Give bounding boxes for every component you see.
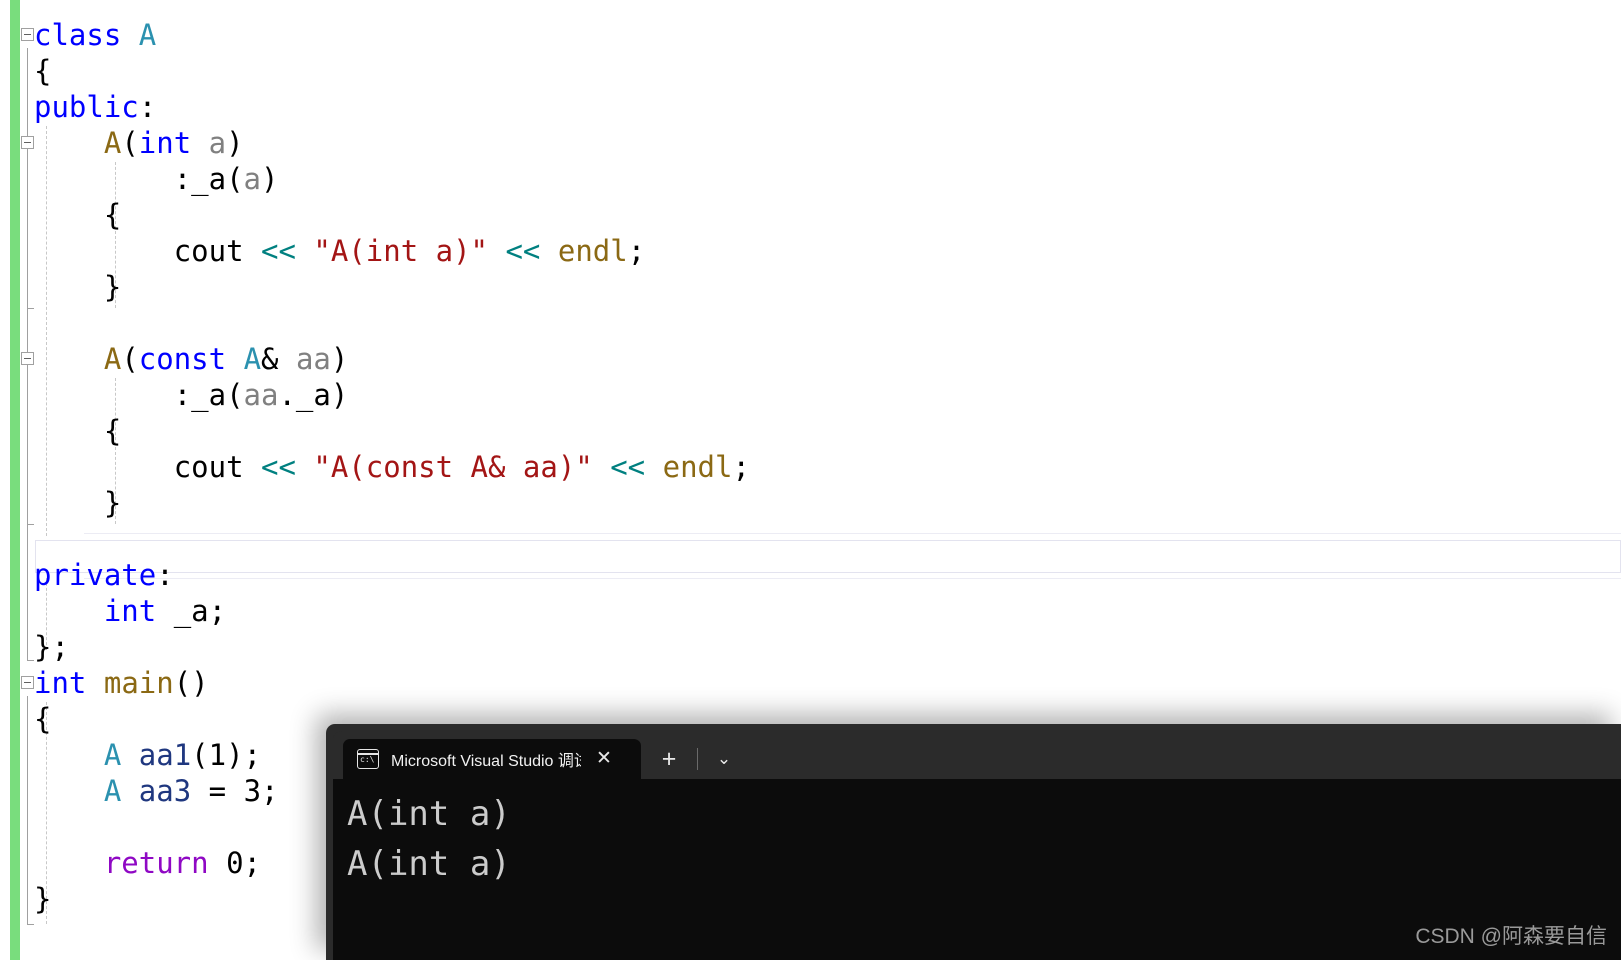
code-line[interactable]: class A [34, 17, 750, 53]
watermark-label: CSDN @阿森要自信 [1415, 925, 1607, 948]
code-line[interactable]: A(const A& aa) [34, 341, 750, 377]
console-icon-glyph: c:\ [360, 755, 375, 764]
fold-toggle-ctor1[interactable] [21, 136, 34, 149]
code-line[interactable]: public: [34, 89, 750, 125]
fold-toggle-class[interactable] [21, 28, 34, 41]
code-line[interactable]: ​ [34, 305, 750, 341]
fold-region-line-ctor1 [27, 156, 28, 308]
fold-region-foot-class [27, 660, 34, 661]
chevron-down-icon[interactable]: ⌄ [704, 739, 744, 779]
fold-region-line-ctor2 [27, 372, 28, 524]
console-output-text: A(int a) A(int a) [347, 794, 511, 884]
fold-region-line-main [27, 696, 28, 924]
code-line[interactable]: } [34, 269, 750, 305]
code-line[interactable]: private: [34, 557, 750, 593]
code-line[interactable]: cout << "A(const A& aa)" << endl; [34, 449, 750, 485]
console-titlebar[interactable]: c:\ Microsoft Visual Studio 调试控 ✕ + ⌄ [333, 731, 1621, 779]
fold-region-foot-ctor2 [27, 524, 34, 525]
code-line[interactable]: }; [34, 629, 750, 665]
code-line[interactable]: { [34, 413, 750, 449]
change-bar-indicator [10, 0, 20, 960]
new-tab-button[interactable]: + [647, 739, 691, 779]
code-line[interactable]: { [34, 197, 750, 233]
code-line[interactable]: cout << "A(int a)" << endl; [34, 233, 750, 269]
code-line[interactable]: int main() [34, 665, 750, 701]
console-window[interactable]: c:\ Microsoft Visual Studio 调试控 ✕ + ⌄ A(… [333, 731, 1621, 960]
console-output-area[interactable]: A(int a) A(int a) CSDN @阿森要自信 [333, 779, 1621, 960]
code-line[interactable]: } [34, 485, 750, 521]
code-line[interactable]: { [34, 53, 750, 89]
fold-toggle-main[interactable] [21, 676, 34, 689]
code-line[interactable]: :_a(aa._a) [34, 377, 750, 413]
fold-toggle-ctor2[interactable] [21, 352, 34, 365]
code-line[interactable]: :_a(a) [34, 161, 750, 197]
titlebar-divider [697, 748, 698, 770]
console-tab[interactable]: c:\ Microsoft Visual Studio 调试控 ✕ [343, 739, 641, 779]
console-window-icon: c:\ [357, 749, 379, 769]
console-tab-title: Microsoft Visual Studio 调试控 [391, 753, 581, 770]
code-line[interactable]: int _a; [34, 593, 750, 629]
code-line[interactable]: A(int a) [34, 125, 750, 161]
fold-region-foot-main [27, 924, 34, 925]
close-icon[interactable]: ✕ [593, 748, 615, 770]
fold-region-foot-ctor1 [27, 308, 34, 309]
code-line[interactable]: ​ [34, 521, 750, 557]
